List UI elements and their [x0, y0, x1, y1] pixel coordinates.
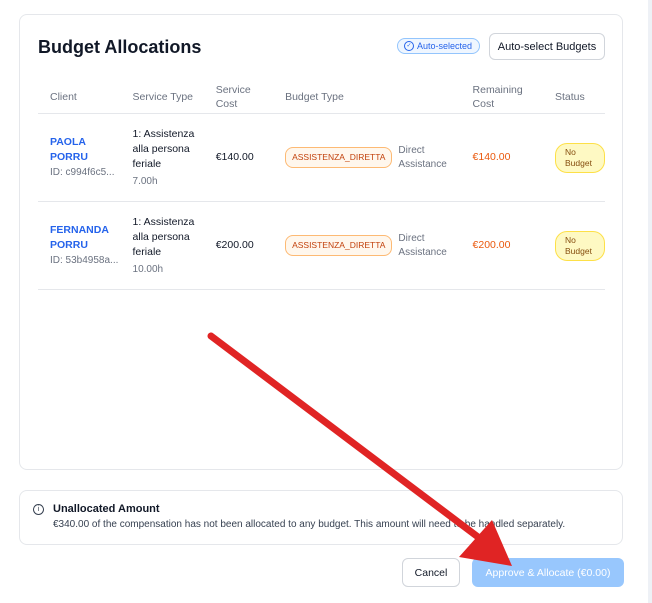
budget-type-label: Direct Assistance	[398, 144, 447, 170]
status-badge: No Budget	[555, 142, 605, 173]
status-cell: No Budget	[543, 113, 605, 202]
budget-allocations-card: Budget Allocations ✓ Auto-selected Auto-…	[19, 14, 623, 470]
header-budget-type: Budget Type	[273, 80, 461, 114]
status-cell: No Budget	[543, 201, 605, 290]
budget-type-cell: ASSISTENZA_DIRETTA Direct Assistance	[273, 201, 461, 290]
service-hours: 7.00h	[132, 175, 158, 187]
client-id: ID: c994f6c5...	[50, 167, 115, 178]
budget-type-tag: ASSISTENZA_DIRETTA	[285, 147, 393, 168]
info-icon: i	[33, 504, 44, 515]
remaining-cost: €200.00	[460, 201, 543, 290]
table-header-row: Client Service Type Service Cost Budget …	[38, 80, 605, 114]
modal-edge	[648, 0, 652, 603]
header-remaining-cost: Remaining Cost	[460, 80, 543, 114]
client-name-link[interactable]: PAOLA PORRU	[50, 135, 121, 165]
budget-type-label: Direct Assistance	[398, 232, 447, 258]
unallocated-notice: i Unallocated Amount €340.00 of the comp…	[19, 490, 623, 545]
client-name-link[interactable]: FERNANDA PORRU	[50, 223, 121, 253]
service-cost: €200.00	[203, 201, 274, 290]
client-cell: FERNANDA PORRU ID: 53b4958a...	[38, 201, 121, 290]
auto-selected-badge: ✓ Auto-selected	[397, 38, 481, 54]
cancel-button[interactable]: Cancel	[402, 558, 460, 587]
service-hours: 10.00h	[132, 263, 164, 275]
client-id: ID: 53b4958a...	[50, 255, 119, 266]
approve-allocate-button[interactable]: Approve & Allocate (€0.00)	[472, 558, 624, 587]
header-client: Client	[38, 80, 121, 114]
check-circle-icon: ✓	[404, 41, 414, 51]
budget-modal: Budget Allocations ✓ Auto-selected Auto-…	[0, 0, 648, 603]
service-cell: 1: Assistenza alla persona feriale 10.00…	[120, 201, 204, 290]
client-cell: PAOLA PORRU ID: c994f6c5...	[38, 113, 121, 202]
service-cell: 1: Assistenza alla persona feriale 7.00h	[120, 113, 204, 202]
service-name: 1: Assistenza alla persona feriale	[132, 127, 195, 170]
table-row: FERNANDA PORRU ID: 53b4958a... 1: Assist…	[38, 201, 605, 290]
allocations-table: Client Service Type Service Cost Budget …	[38, 80, 605, 290]
service-cost: €140.00	[203, 113, 274, 202]
remaining-cost: €140.00	[460, 113, 543, 202]
service-name: 1: Assistenza alla persona feriale	[132, 215, 195, 258]
table-row: PAOLA PORRU ID: c994f6c5... 1: Assistenz…	[38, 113, 605, 202]
card-title: Budget Allocations	[38, 37, 202, 57]
status-badge: No Budget	[555, 230, 605, 261]
notice-text: €340.00 of the compensation has not been…	[53, 519, 566, 530]
auto-select-budgets-button[interactable]: Auto-select Budgets	[489, 33, 605, 60]
auto-selected-label: Auto-selected	[417, 41, 473, 51]
header-service-cost: Service Cost	[203, 80, 274, 114]
budget-type-tag: ASSISTENZA_DIRETTA	[285, 235, 393, 256]
budget-type-cell: ASSISTENZA_DIRETTA Direct Assistance	[273, 113, 461, 202]
notice-title: Unallocated Amount	[53, 503, 160, 515]
header-service-type: Service Type	[120, 80, 204, 114]
header-status: Status	[543, 80, 605, 114]
